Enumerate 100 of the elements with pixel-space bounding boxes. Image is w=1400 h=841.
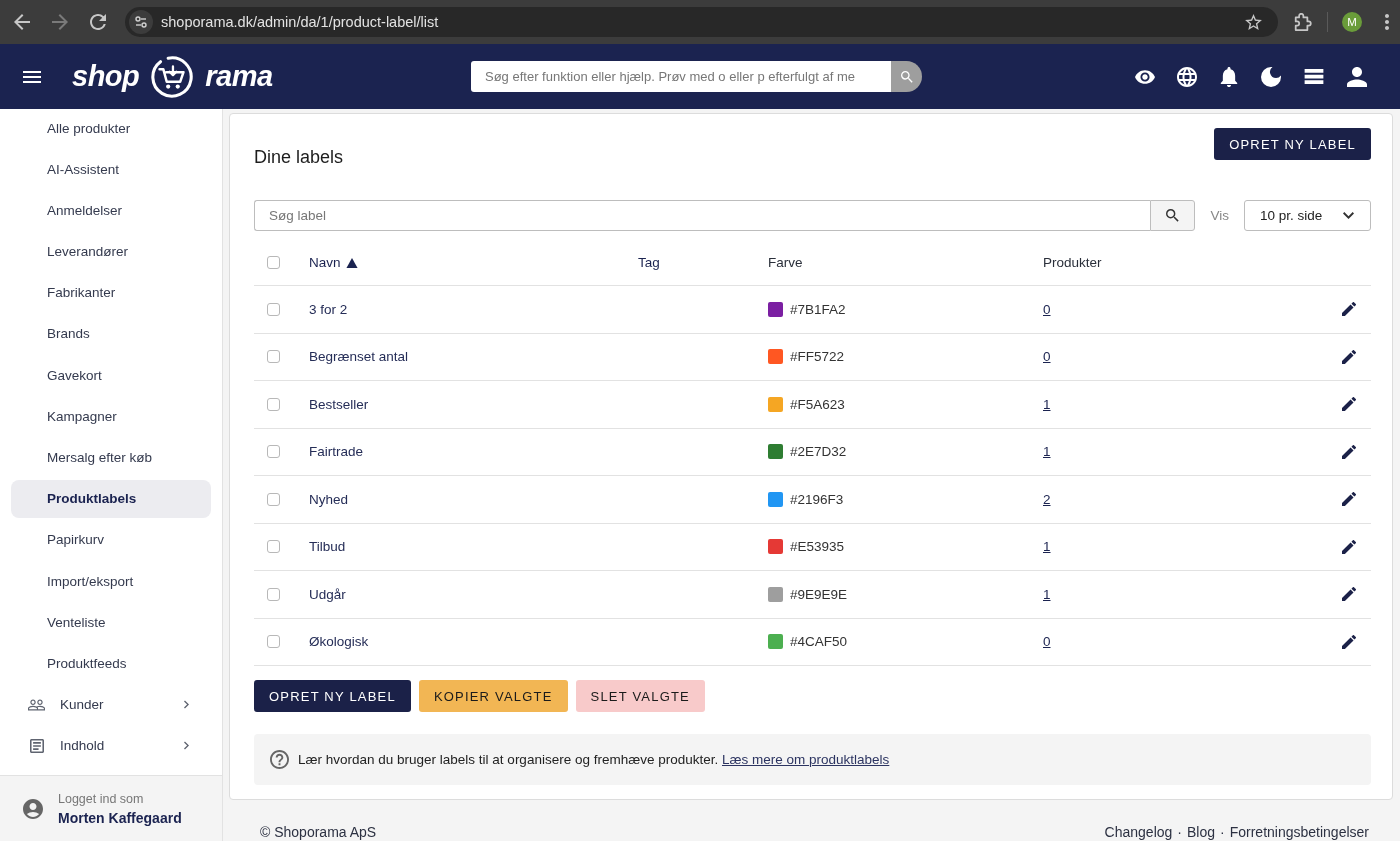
stacked-bars-icon[interactable] bbox=[1303, 69, 1325, 84]
edit-pencil-icon[interactable] bbox=[1342, 444, 1356, 459]
reload-icon[interactable] bbox=[90, 14, 106, 30]
action-button[interactable]: SLET VALGTE bbox=[575, 680, 705, 712]
login-caption: Logget ind som bbox=[58, 791, 145, 806]
column-header: Produkter bbox=[1043, 255, 1102, 270]
logo-text: shop bbox=[72, 62, 140, 91]
checkbox[interactable] bbox=[267, 492, 280, 506]
create-label-button[interactable]: OPRET NY LABEL bbox=[1214, 128, 1371, 160]
product-count-link[interactable]: 0 bbox=[1043, 349, 1051, 365]
checkbox[interactable] bbox=[267, 302, 280, 316]
user-name: Morten Kaffegaard bbox=[58, 809, 182, 826]
product-count-link[interactable]: 0 bbox=[1043, 301, 1051, 317]
label-name: Udgår bbox=[309, 586, 346, 602]
product-count-link[interactable]: 1 bbox=[1043, 396, 1051, 412]
edit-pencil-icon[interactable] bbox=[1342, 397, 1356, 412]
edit-pencil-icon[interactable] bbox=[1342, 539, 1356, 554]
sidebar-item[interactable]: Brands bbox=[11, 314, 211, 353]
checkbox[interactable] bbox=[267, 397, 280, 411]
cart-logo-icon bbox=[149, 53, 196, 100]
edit-pencil-icon[interactable] bbox=[1342, 587, 1356, 602]
sidebar-item[interactable]: Produktlabels bbox=[11, 479, 211, 518]
forward-arrow-icon[interactable] bbox=[52, 14, 68, 30]
label-name: Bestseller bbox=[309, 396, 369, 412]
document-icon bbox=[30, 738, 44, 753]
edit-pencil-icon[interactable] bbox=[1342, 634, 1356, 649]
edit-pencil-icon[interactable] bbox=[1342, 492, 1356, 507]
checkbox[interactable] bbox=[267, 350, 280, 364]
product-count-link[interactable]: 1 bbox=[1043, 539, 1051, 555]
search-field[interactable]: Søg efter funktion eller hjælp. Prøv med o eller p efterfulgt af me bbox=[471, 61, 891, 92]
bell-icon[interactable] bbox=[1219, 66, 1239, 87]
people-icon bbox=[28, 697, 45, 712]
footer-link[interactable]: Forretningsbetingelser bbox=[1229, 824, 1369, 840]
product-count-link[interactable]: 0 bbox=[1043, 634, 1051, 650]
menu-icon[interactable] bbox=[23, 70, 41, 83]
color-code: #E53935 bbox=[790, 539, 845, 555]
sidebar-item[interactable]: Leverandører bbox=[11, 232, 211, 271]
checkbox[interactable] bbox=[267, 635, 280, 649]
sidebar-item[interactable]: Papirkurv bbox=[11, 520, 211, 559]
column-header[interactable]: Tag bbox=[638, 255, 660, 270]
moon-icon[interactable] bbox=[1261, 66, 1281, 87]
sidebar-item[interactable]: Kunder bbox=[11, 685, 211, 724]
info-link[interactable]: Læs mere om produktlabels bbox=[722, 752, 890, 767]
sidebar-item[interactable]: Anmeldelser bbox=[11, 191, 211, 230]
back-arrow-icon[interactable] bbox=[14, 14, 30, 30]
color-code: #7B1FA2 bbox=[790, 301, 846, 317]
color-code: #2E7D32 bbox=[790, 444, 847, 460]
globe-icon[interactable] bbox=[1177, 66, 1197, 87]
product-count-link[interactable]: 1 bbox=[1043, 444, 1051, 460]
edit-pencil-icon[interactable] bbox=[1342, 302, 1356, 317]
footer-link[interactable]: Changelog bbox=[1104, 824, 1173, 840]
page-title: Dine labels bbox=[254, 146, 344, 168]
sliders-icon[interactable] bbox=[129, 10, 153, 34]
product-count-link[interactable]: 1 bbox=[1043, 586, 1051, 602]
sidebar-item[interactable]: AI-Assistent bbox=[11, 150, 211, 189]
per-page-label: Vis bbox=[1210, 208, 1229, 223]
per-page-select[interactable]: 10 pr. side bbox=[1244, 200, 1371, 231]
checkbox[interactable] bbox=[267, 445, 280, 459]
action-button[interactable]: OPRET NY LABEL bbox=[254, 680, 411, 712]
sidebar-item[interactable]: Import/eksport bbox=[11, 562, 211, 601]
search-button[interactable] bbox=[891, 61, 922, 92]
color-code: #4CAF50 bbox=[790, 634, 848, 650]
checkbox[interactable] bbox=[267, 540, 280, 554]
color-code: #9E9E9E bbox=[790, 586, 848, 602]
address-bar[interactable]: shoporama.dk/admin/da/1/product-label/list bbox=[125, 7, 1278, 37]
action-button[interactable]: KOPIER VALGTE bbox=[418, 680, 568, 712]
separator: · bbox=[1220, 824, 1225, 840]
column-header[interactable]: Navn bbox=[309, 255, 341, 270]
copyright-text: © Shoporama ApS bbox=[260, 824, 377, 840]
person-icon[interactable] bbox=[1347, 66, 1367, 87]
star-icon[interactable] bbox=[1245, 14, 1262, 30]
search-field[interactable]: Søg label bbox=[254, 200, 1151, 231]
checkbox[interactable] bbox=[267, 587, 280, 601]
more-options-icon[interactable] bbox=[1385, 14, 1389, 30]
edit-pencil-icon[interactable] bbox=[1342, 349, 1356, 364]
color-code: #2196F3 bbox=[790, 491, 844, 507]
sidebar-item[interactable]: Venteliste bbox=[11, 603, 211, 642]
color-code: #FF5722 bbox=[790, 349, 845, 365]
sidebar-item[interactable]: Gavekort bbox=[11, 356, 211, 395]
logo-text: rama bbox=[205, 62, 273, 91]
column-header: Farve bbox=[768, 255, 803, 270]
puzzle-icon[interactable] bbox=[1294, 13, 1312, 31]
label-name: Økologisk bbox=[309, 634, 369, 650]
info-text: Lær hvordan du bruger labels til at organisere og fremhæve produkter. Læs mere om produktlabels bbox=[298, 752, 890, 767]
label-name: Begrænset antal bbox=[309, 349, 409, 365]
sidebar-item[interactable]: Fabrikanter bbox=[11, 273, 211, 312]
search-button[interactable] bbox=[1150, 200, 1196, 231]
chevron-down-icon bbox=[1343, 212, 1354, 219]
label-name: Nyhed bbox=[309, 491, 349, 507]
footer-link[interactable]: Blog bbox=[1187, 824, 1216, 840]
search-icon bbox=[900, 70, 913, 83]
sidebar-item[interactable]: Alle produkter bbox=[11, 109, 211, 147]
product-count-link[interactable]: 2 bbox=[1043, 491, 1051, 507]
checkbox[interactable] bbox=[267, 256, 280, 269]
sidebar-item[interactable]: Indhold bbox=[11, 726, 211, 765]
separator: · bbox=[1177, 824, 1182, 840]
sidebar-item[interactable]: Mersalg efter køb bbox=[11, 438, 211, 477]
label-name: Fairtrade bbox=[309, 444, 364, 460]
sidebar-item[interactable]: Produktfeeds bbox=[11, 644, 211, 683]
sidebar-item[interactable]: Kampagner bbox=[11, 397, 211, 436]
